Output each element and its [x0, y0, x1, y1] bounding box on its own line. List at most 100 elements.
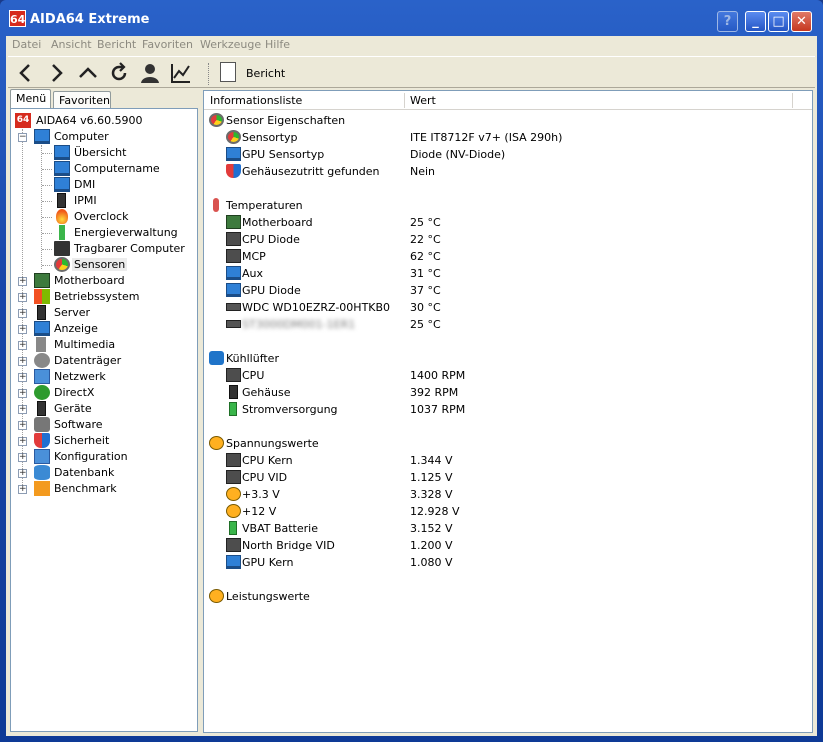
menu-bericht[interactable]: Bericht: [97, 38, 136, 51]
list-row[interactable]: CPU VID 1.125 V: [204, 469, 812, 486]
row-value: 25 °C: [410, 318, 441, 331]
list-row[interactable]: CPU 1400 RPM: [204, 367, 812, 384]
section-header[interactable]: Sensor Eigenschaften: [204, 112, 812, 129]
row-value: 25 °C: [410, 216, 441, 229]
section-header[interactable]: Leistungswerte: [204, 588, 812, 605]
tree-item-label: Übersicht: [74, 146, 127, 159]
maximize-button[interactable]: □: [768, 11, 789, 32]
section-header[interactable]: Spannungswerte: [204, 435, 812, 452]
bolt-icon: [226, 504, 241, 518]
expand-button[interactable]: +: [18, 357, 27, 366]
list-row[interactable]: Gehäusezutritt gefunden Nein: [204, 163, 812, 180]
expand-button[interactable]: +: [18, 437, 27, 446]
tree-item-label: Datenträger: [54, 354, 122, 367]
menu-hilfe[interactable]: Hilfe: [265, 38, 290, 51]
speaker-icon: [36, 337, 46, 352]
expand-button[interactable]: +: [18, 373, 27, 382]
windows-icon: [34, 289, 50, 304]
navigation-tree[interactable]: 64 AIDA64 v6.60.5900 − Computer Übersich…: [10, 108, 198, 732]
expand-button[interactable]: +: [18, 421, 27, 430]
gauge-icon: [209, 113, 224, 127]
expand-button[interactable]: +: [18, 293, 27, 302]
row-label: CPU: [242, 369, 265, 382]
list-row[interactable]: MCP 62 °C: [204, 248, 812, 265]
toolbar: Bericht: [8, 56, 815, 88]
column-divider[interactable]: [404, 93, 405, 108]
menu-ansicht[interactable]: Ansicht: [51, 38, 92, 51]
expand-button[interactable]: +: [18, 485, 27, 494]
row-value: 1037 RPM: [410, 403, 466, 416]
column-header-informationsliste[interactable]: Informationsliste: [210, 94, 302, 107]
tree-item-label: DMI: [74, 178, 96, 191]
collapse-computer-button[interactable]: −: [18, 133, 27, 142]
expand-button[interactable]: +: [18, 277, 27, 286]
list-row[interactable]: GPU Diode 37 °C: [204, 282, 812, 299]
section-header[interactable]: Kühllüfter: [204, 350, 812, 367]
list-row[interactable]: CPU Kern 1.344 V: [204, 452, 812, 469]
menu-favoriten[interactable]: Favoriten: [142, 38, 193, 51]
expand-button[interactable]: +: [18, 405, 27, 414]
list-row[interactable]: Stromversorgung 1037 RPM: [204, 401, 812, 418]
column-divider[interactable]: [792, 93, 793, 108]
list-row[interactable]: North Bridge VID 1.200 V: [204, 537, 812, 554]
network-icon: [34, 369, 50, 384]
chart-icon[interactable]: [169, 61, 193, 85]
tree-line: [42, 217, 52, 218]
list-row[interactable]: WDC WD10EZRZ-00HTKB0 30 °C: [204, 299, 812, 316]
list-row[interactable]: Motherboard 25 °C: [204, 214, 812, 231]
monitor-icon: [226, 147, 241, 161]
tree-item-label: Sicherheit: [54, 434, 110, 447]
forward-icon[interactable]: [44, 61, 68, 85]
expand-button[interactable]: +: [18, 469, 27, 478]
list-row[interactable]: GPU Kern 1.080 V: [204, 554, 812, 571]
tree-item-label: Benchmark: [54, 482, 117, 495]
list-row[interactable]: Aux 31 °C: [204, 265, 812, 282]
minimize-button[interactable]: _: [745, 11, 766, 32]
list-row[interactable]: ST3000DM001-1ER1 25 °C: [204, 316, 812, 333]
menu-werkzeuge[interactable]: Werkzeuge: [200, 38, 261, 51]
list-row[interactable]: +3.3 V 3.328 V: [204, 486, 812, 503]
row-value: 3.328 V: [410, 488, 453, 501]
user-icon[interactable]: [138, 61, 162, 85]
refresh-icon[interactable]: [107, 61, 131, 85]
sensor-list[interactable]: Informationsliste Wert Sensor Eigenschaf…: [203, 90, 813, 733]
list-row[interactable]: VBAT Batterie 3.152 V: [204, 520, 812, 537]
tab-favoriten[interactable]: Favoriten: [53, 91, 111, 109]
column-header-wert[interactable]: Wert: [410, 94, 436, 107]
list-row[interactable]: +12 V 12.928 V: [204, 503, 812, 520]
software-icon: [34, 417, 50, 432]
aida64-app-icon[interactable]: 64: [9, 10, 26, 27]
report-button-label[interactable]: Bericht: [246, 67, 285, 80]
list-row[interactable]: Sensortyp ITE IT8712F v7+ (ISA 290h): [204, 129, 812, 146]
row-label: Gehäuse: [242, 386, 291, 399]
tree-item-label-selected: Sensoren: [72, 258, 128, 271]
expand-button[interactable]: +: [18, 309, 27, 318]
tree-root-label: AIDA64 v6.60.5900: [36, 114, 143, 127]
tab-menu[interactable]: Menü: [10, 89, 51, 108]
back-icon[interactable]: [14, 61, 38, 85]
tree-item-label: Anzeige: [54, 322, 98, 335]
monitor-icon: [226, 555, 241, 569]
expand-button[interactable]: +: [18, 389, 27, 398]
title-bar[interactable]: 64 AIDA64 Extreme ? _ □ ✕: [0, 0, 823, 38]
expand-button[interactable]: +: [18, 341, 27, 350]
expand-button[interactable]: +: [18, 325, 27, 334]
tree-item-label: Computername: [74, 162, 160, 175]
row-value: 12.928 V: [410, 505, 460, 518]
help-button[interactable]: ?: [717, 11, 738, 32]
row-label: MCP: [242, 250, 266, 263]
expand-button[interactable]: +: [18, 453, 27, 462]
monitor-icon: [54, 177, 70, 192]
up-icon[interactable]: [76, 61, 100, 85]
bolt-icon: [209, 589, 224, 603]
list-row[interactable]: CPU Diode 22 °C: [204, 231, 812, 248]
list-row[interactable]: Gehäuse 392 RPM: [204, 384, 812, 401]
computer-icon: [34, 129, 50, 144]
tree-line: [42, 201, 52, 202]
close-button[interactable]: ✕: [791, 11, 812, 32]
list-row[interactable]: GPU Sensortyp Diode (NV-Diode): [204, 146, 812, 163]
report-icon[interactable]: [220, 62, 236, 82]
menu-datei[interactable]: Datei: [12, 38, 41, 51]
client-area: Datei Ansicht Bericht Favoriten Werkzeug…: [6, 36, 817, 736]
section-header[interactable]: Temperaturen: [204, 197, 812, 214]
